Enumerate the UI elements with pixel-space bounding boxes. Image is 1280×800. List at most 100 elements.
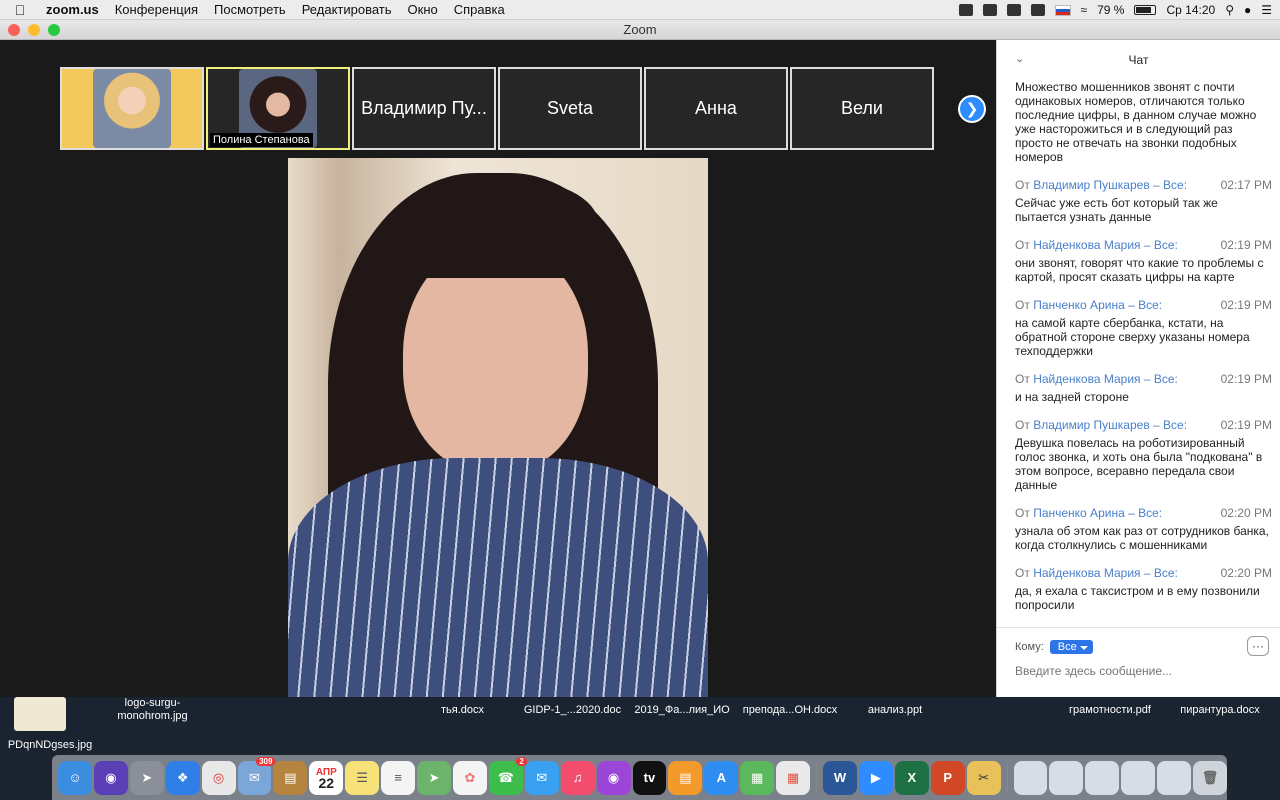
desktop: logo-surgu- monohrom.jpg PDqnNDgses.jpg … [0, 697, 1280, 752]
word-icon[interactable]: W [823, 760, 857, 795]
participant-thumb-4[interactable]: Sveta [498, 67, 642, 150]
dock-separator [816, 761, 818, 794]
chrome-icon[interactable]: ◎ [201, 760, 236, 795]
message-prefix: От [1015, 238, 1030, 252]
message-sender[interactable]: Панченко Арина – Все: [1033, 506, 1162, 520]
participant-name: Полина Степанова [210, 133, 313, 147]
podcasts-icon[interactable]: ◉ [596, 760, 631, 795]
minimized-window-icon[interactable] [1013, 760, 1048, 795]
siri-icon[interactable]: ◉ [93, 760, 128, 795]
notification-center-icon[interactable]: ☰ [1261, 3, 1272, 17]
wifi-icon[interactable]: ≈ [1081, 3, 1088, 17]
desktop-file[interactable]: GIDP-1_...2020.doc [515, 704, 630, 717]
logo-seal-thumbnail[interactable] [14, 697, 66, 731]
battery-icon[interactable] [1134, 5, 1157, 15]
gift-app-icon[interactable]: ▦ [776, 760, 811, 795]
message-sender[interactable]: Найденкова Мария – Все: [1033, 372, 1178, 386]
clock[interactable]: Ср 14:20 [1166, 3, 1215, 17]
mail-badge: 309 [256, 756, 276, 766]
participant-name: Вели [841, 98, 883, 118]
menu-view[interactable]: Посмотреть [206, 2, 294, 17]
apple-icon[interactable]:  [0, 2, 40, 18]
message-time: 02:19 PM [1220, 238, 1272, 252]
maps-icon[interactable]: ➤ [417, 760, 451, 795]
desktop-file[interactable]: пирантура.docx [1165, 704, 1275, 717]
chat-message: От Найденкова Мария – Все: 02:19 PM и на … [1015, 372, 1272, 404]
recipient-select[interactable]: Все [1049, 640, 1093, 654]
desktop-file[interactable]: грамотности.pdf [1055, 704, 1165, 717]
zoom-tray-icon[interactable] [958, 4, 973, 16]
excel-icon[interactable]: X [894, 760, 929, 795]
minimized-window-icon[interactable] [1049, 760, 1084, 795]
safari-icon[interactable]: ❖ [165, 760, 200, 795]
message-sender[interactable]: Найденкова Мария – Все: [1033, 566, 1178, 580]
zoom-icon[interactable]: ▶ [858, 760, 893, 795]
chat-messages[interactable]: Множество мошенников звонят с почти один… [1015, 80, 1272, 620]
photos-icon[interactable]: ✿ [452, 760, 487, 795]
chat-panel: ⌄ Чат Множество мошенников звонят с почт… [996, 40, 1280, 697]
menu-window[interactable]: Окно [400, 2, 446, 17]
apple-tv-icon[interactable]: tv [632, 760, 667, 795]
airplay-icon[interactable] [1030, 4, 1045, 16]
message-sender[interactable]: Панченко Арина – Все: [1033, 298, 1162, 312]
minimized-window-icon[interactable] [1157, 760, 1192, 795]
minimized-window-icon[interactable] [1121, 760, 1156, 795]
next-page-button[interactable]: ❯ [958, 95, 986, 123]
chevron-down-icon[interactable]: ⌄ [1015, 52, 1024, 65]
message-sender[interactable]: Владимир Пушкарев – Все: [1033, 418, 1187, 432]
message-sender[interactable]: Владимир Пушкарев – Все: [1033, 178, 1187, 192]
chevron-right-icon: ❯ [965, 101, 979, 118]
menu-app-name[interactable]: zoom.us [40, 2, 107, 17]
facetime-icon[interactable]: ☎ 2 [488, 756, 527, 795]
message-time: 02:20 PM [1220, 566, 1272, 580]
active-speaker-video [288, 158, 708, 697]
desktop-file[interactable]: анализ.ppt [850, 704, 940, 717]
notes-icon[interactable]: ☰ [345, 760, 380, 795]
powerpoint-icon[interactable]: P [930, 760, 965, 795]
participant-thumb-1[interactable] [60, 67, 204, 150]
menu-edit[interactable]: Редактировать [294, 2, 400, 17]
spotlight-icon[interactable]: ⚲ [1225, 3, 1234, 17]
desktop-file[interactable]: тья.docx [420, 704, 505, 717]
message-text: они звонят, говорят что какие то проблем… [1015, 256, 1264, 284]
dropbox-icon[interactable] [982, 4, 997, 16]
menu-help[interactable]: Справка [446, 2, 513, 17]
mail-icon[interactable]: ✉ 309 [237, 756, 276, 795]
participant-thumb-6[interactable]: Вели [790, 67, 934, 150]
contacts-icon[interactable]: ▤ [273, 760, 308, 795]
calendar-icon[interactable]: АПР 22 [309, 760, 344, 795]
desktop-file[interactable]: logo-surgu- monohrom.jpg [105, 697, 200, 723]
archive-utility-icon[interactable]: ▦ [740, 760, 775, 795]
desktop-file[interactable]: 2019_Фа...лия_ИО [632, 704, 732, 717]
screenshot-tool-icon[interactable]: ✂ [966, 760, 1001, 795]
launchpad-icon[interactable]: ➤ [129, 760, 164, 795]
messages-icon[interactable]: ✉ [524, 760, 559, 795]
message-prefix: От [1015, 418, 1030, 432]
recipient-row: Кому: Все [1015, 640, 1093, 654]
creative-cloud-icon[interactable] [1006, 4, 1021, 16]
desktop-file[interactable]: PDqnNDgses.jpg [0, 739, 100, 752]
reminders-icon[interactable]: ≡ [381, 760, 416, 795]
music-icon[interactable]: ♫ [560, 760, 595, 795]
video-stage: Полина Степанова Владимир Пу... Sveta Ан… [0, 40, 996, 697]
finder-icon[interactable]: ☺ [58, 760, 92, 795]
trash-icon[interactable]: 🗑 [1193, 760, 1227, 795]
message-prefix: От [1015, 178, 1030, 192]
chat-message-input[interactable] [1015, 664, 1265, 678]
siri-icon[interactable]: ● [1244, 3, 1251, 17]
participant-thumb-5[interactable]: Анна [644, 67, 788, 150]
desktop-file[interactable]: препода...ОН.docx [735, 704, 845, 717]
app-store-icon[interactable]: A [704, 760, 739, 795]
message-time: 02:19 PM [1220, 372, 1272, 386]
participant-thumb-3[interactable]: Владимир Пу... [352, 67, 496, 150]
message-text: узнала об этом как раз от сотрудников ба… [1015, 524, 1269, 552]
menu-conference[interactable]: Конференция [107, 2, 206, 17]
more-options-button[interactable]: ··· [1247, 636, 1269, 656]
message-time: 02:20 PM [1220, 506, 1272, 520]
input-source-flag-icon[interactable] [1054, 4, 1071, 16]
minimized-window-icon[interactable] [1085, 760, 1120, 795]
books-icon[interactable]: ▤ [668, 760, 703, 795]
participant-thumb-2[interactable]: Полина Степанова [206, 67, 350, 150]
menu-bar:  zoom.us Конференция Посмотреть Редакти… [0, 0, 1280, 20]
message-sender[interactable]: Найденкова Мария – Все: [1033, 238, 1178, 252]
